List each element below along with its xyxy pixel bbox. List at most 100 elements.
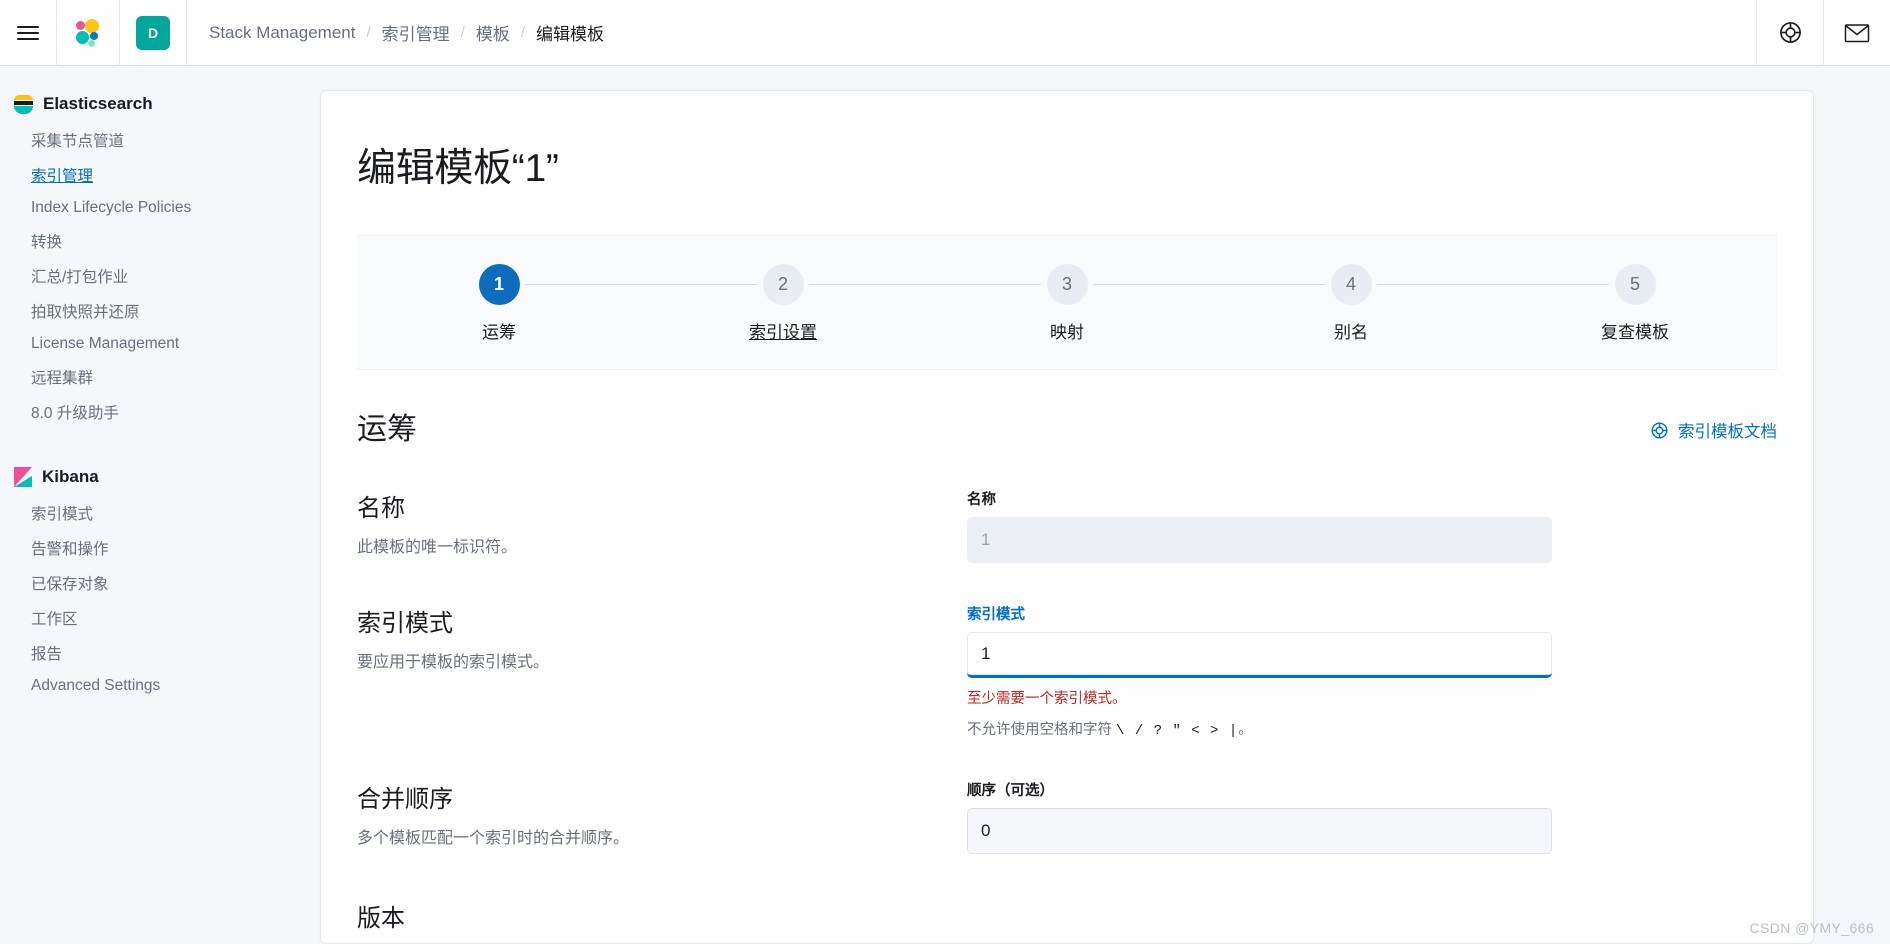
breadcrumb-item-index-management[interactable]: 索引管理: [382, 20, 450, 45]
step-number-badge[interactable]: 3: [1046, 264, 1088, 305]
step-2-index-settings[interactable]: 2 索引设置: [641, 264, 925, 343]
sidebar-item-reporting[interactable]: 报告: [0, 635, 266, 670]
step-connector-line: [1493, 284, 1609, 285]
step-number-badge[interactable]: 2: [762, 264, 804, 305]
form-description-name: 名称 此模板的唯一标识符。: [357, 488, 967, 563]
help-button[interactable]: [1757, 0, 1823, 66]
step-1-logistics[interactable]: 1 运筹: [357, 264, 641, 343]
form-row-merge-order: 合并顺序 多个模板匹配一个索引时的合并顺序。 顺序（可选）: [357, 739, 1777, 854]
step-connector-line: [1377, 284, 1493, 285]
help-text-suffix: 。: [1238, 722, 1253, 738]
index-patterns-help-text: 不允许使用空格和字符 \ / ? " < > |。: [967, 718, 1552, 739]
step-number-badge[interactable]: 1: [478, 264, 520, 305]
section-header: 运筹 索引模板文档: [357, 370, 1777, 448]
step-4-aliases[interactable]: 4 别名: [1209, 264, 1493, 343]
watermark-text: CSDN @YMY_666: [1749, 920, 1874, 936]
elasticsearch-logo-icon: [14, 94, 33, 114]
wizard-stepper: 1 运筹 2 索引设置 3 映射 4 别名 5 复查模板: [357, 235, 1777, 370]
sidebar-item-license-management[interactable]: License Management: [0, 328, 266, 359]
sidebar-item-rollup-jobs[interactable]: 汇总/打包作业: [0, 258, 266, 293]
nav-group-elasticsearch: Elasticsearch 采集节点管道 索引管理 Index Lifecycl…: [0, 88, 266, 429]
sidebar-item-transforms[interactable]: 转换: [0, 223, 266, 258]
step-connector-line: [525, 284, 641, 285]
sidebar-item-spaces[interactable]: 工作区: [0, 600, 266, 635]
form-heading: 索引模式: [357, 610, 453, 637]
mail-envelope-icon: [1844, 23, 1870, 42]
form-heading-version: 版本: [357, 905, 405, 932]
step-3-mappings[interactable]: 3 映射: [925, 264, 1209, 343]
breadcrumb-separator: /: [520, 24, 525, 41]
page-title: 编辑模板“1”: [357, 147, 559, 190]
step-connector-line: [1209, 284, 1325, 285]
index-patterns-error-message: 至少需要一个索引模式。: [967, 691, 1127, 707]
mail-button[interactable]: [1824, 0, 1890, 66]
step-number-badge[interactable]: 5: [1614, 264, 1656, 305]
nav-group-spacer: [0, 435, 266, 461]
docs-link-label: 索引模板文档: [1678, 423, 1777, 441]
nav-group-label: Elasticsearch: [43, 94, 153, 113]
nav-items-elasticsearch: 采集节点管道 索引管理 Index Lifecycle Policies 转换 …: [0, 120, 266, 429]
sidebar-item-index-management[interactable]: 索引管理: [0, 157, 266, 192]
breadcrumb-item-edit-template[interactable]: 编辑模板: [536, 20, 604, 45]
step-connector-line: [1093, 284, 1209, 285]
elastic-logo-icon: [73, 18, 103, 48]
form-field-name: 名称: [967, 488, 1552, 563]
space-avatar-button[interactable]: D: [120, 0, 186, 66]
breadcrumb-item-stack-management[interactable]: Stack Management: [209, 23, 355, 43]
step-label[interactable]: 复查模板: [1601, 318, 1669, 343]
sidebar-item-ingest-node-pipelines[interactable]: 采集节点管道: [0, 122, 266, 157]
help-text-prefix: 不允许使用空格和字符: [967, 722, 1117, 738]
breadcrumb-separator: /: [460, 24, 465, 41]
nav-items-kibana: 索引模式 告警和操作 已保存对象 工作区 报告 Advanced Setting…: [0, 493, 266, 701]
step-connector-line: [925, 284, 1041, 285]
form-row-index-patterns: 索引模式 要应用于模板的索引模式。 索引模式 至少需要一个索引模式。 不允许使用…: [357, 563, 1777, 739]
top-header-bar: D Stack Management / 索引管理 / 模板 / 编辑模板: [0, 0, 1890, 66]
form-description-index-patterns: 索引模式 要应用于模板的索引模式。: [357, 603, 967, 739]
breadcrumb-item-templates[interactable]: 模板: [476, 20, 510, 45]
sidebar-item-index-lifecycle-policies[interactable]: Index Lifecycle Policies: [0, 192, 266, 223]
nav-group-kibana: Kibana 索引模式 告警和操作 已保存对象 工作区 报告 Advanced …: [0, 461, 266, 701]
form-help-paragraph: 此模板的唯一标识符。: [357, 539, 518, 556]
index-patterns-field-label: 索引模式: [967, 607, 1025, 623]
nav-group-label: Kibana: [42, 467, 99, 486]
form-row-name: 名称 此模板的唯一标识符。 名称: [357, 448, 1777, 563]
sidebar-item-remote-clusters[interactable]: 远程集群: [0, 359, 266, 394]
order-input[interactable]: [967, 808, 1552, 854]
step-connector-line: [641, 284, 757, 285]
hamburger-menu-icon: [17, 22, 39, 44]
step-label[interactable]: 别名: [1334, 318, 1368, 343]
form-field-index-patterns: 索引模式 至少需要一个索引模式。 不允许使用空格和字符 \ / ? " < > …: [967, 603, 1552, 739]
name-input[interactable]: [967, 517, 1552, 563]
step-label[interactable]: 索引设置: [749, 318, 817, 343]
breadcrumb-separator: /: [366, 24, 371, 41]
step-label[interactable]: 映射: [1050, 318, 1084, 343]
order-field-label: 顺序（可选）: [967, 783, 1054, 799]
sidebar-item-saved-objects[interactable]: 已保存对象: [0, 565, 266, 600]
step-label[interactable]: 运筹: [482, 318, 516, 343]
nav-group-title-kibana: Kibana: [0, 461, 266, 493]
name-field-label: 名称: [967, 492, 996, 508]
panel-inner: 编辑模板“1” 1 运筹 2 索引设置 3 映射 4 别名 5 复查模板 运筹 …: [321, 91, 1813, 933]
step-number-badge[interactable]: 4: [1330, 264, 1372, 305]
hamburger-menu-button[interactable]: [0, 0, 56, 66]
space-badge: D: [136, 15, 170, 50]
index-patterns-input[interactable]: [967, 632, 1552, 678]
elastic-logo-button[interactable]: [57, 0, 119, 66]
help-life-ring-icon: [1651, 422, 1668, 438]
step-connector-line: [809, 284, 925, 285]
sidebar-item-index-patterns[interactable]: 索引模式: [0, 495, 266, 530]
form-help-paragraph: 要应用于模板的索引模式。: [357, 654, 550, 671]
breadcrumb: Stack Management / 索引管理 / 模板 / 编辑模板: [187, 0, 604, 66]
sidebar-item-upgrade-assistant[interactable]: 8.0 升级助手: [0, 394, 266, 429]
sidebar-item-snapshot-and-restore[interactable]: 拍取快照并还原: [0, 293, 266, 328]
index-template-docs-link[interactable]: 索引模板文档: [1650, 418, 1777, 448]
sidebar-item-advanced-settings[interactable]: Advanced Settings: [0, 670, 266, 701]
form-heading: 名称: [357, 495, 405, 522]
sidebar-item-alerts-and-actions[interactable]: 告警和操作: [0, 530, 266, 565]
main-content-panel: 编辑模板“1” 1 运筹 2 索引设置 3 映射 4 别名 5 复查模板 运筹 …: [320, 90, 1814, 944]
form-field-merge-order: 顺序（可选）: [967, 779, 1552, 854]
form-heading: 合并顺序: [357, 786, 453, 813]
nav-group-title-elasticsearch: Elasticsearch: [0, 88, 266, 120]
header-actions: [1756, 0, 1890, 66]
step-5-review-template[interactable]: 5 复查模板: [1493, 264, 1777, 343]
